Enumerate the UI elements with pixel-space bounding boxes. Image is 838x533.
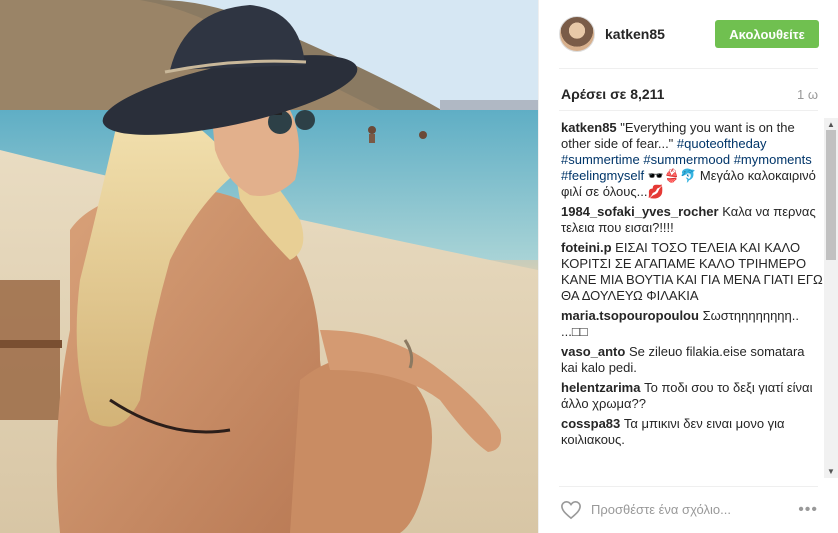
caption-username[interactable]: katken85 [561, 120, 617, 135]
comment-username[interactable]: maria.tsopouropoulou [561, 308, 699, 323]
post-header: katken85 Ακολουθείτε [539, 0, 838, 68]
comment-username[interactable]: 1984_sofaki_yves_rocher [561, 204, 719, 219]
header-divider [559, 68, 818, 69]
comment-username[interactable]: cosspa83 [561, 416, 620, 431]
following-button[interactable]: Ακολουθείτε [715, 20, 819, 48]
heart-icon[interactable] [559, 498, 583, 522]
comments-scrollbar[interactable]: ▲ ▼ [824, 118, 838, 478]
scrollbar-thumb[interactable] [826, 130, 836, 260]
comment: vaso_anto Se zileuo filakia.eise somatar… [561, 344, 823, 376]
hashtag[interactable]: #mymoments [734, 152, 812, 167]
hashtag[interactable]: #summertime [561, 152, 640, 167]
likes-divider [559, 110, 818, 111]
comment: foteini.p ΕΙΣΑΙ ΤΟΣΟ ΤΕΛΕΙΑ ΚΑΙ ΚΑΛΟ ΚΟΡ… [561, 240, 823, 304]
comment-username[interactable]: helentzarima [561, 380, 640, 395]
comment-username[interactable]: foteini.p [561, 240, 612, 255]
scroll-down-arrow-icon[interactable]: ▼ [827, 467, 835, 476]
hashtag[interactable]: #summermood [643, 152, 730, 167]
hashtag[interactable]: #quoteoftheday [677, 136, 767, 151]
caption-emoji: 🕶️👙🐬 [647, 168, 697, 183]
comments-list: katken85 "Everything you want is on the … [561, 120, 823, 482]
likes-count[interactable]: Αρέσει σε 8,211 [561, 86, 664, 102]
post-username[interactable]: katken85 [605, 26, 715, 42]
scroll-up-arrow-icon[interactable]: ▲ [827, 120, 835, 129]
post-photo [0, 0, 538, 533]
comment: 1984_sofaki_yves_rocher Καλα να περνας τ… [561, 204, 823, 236]
comment-username[interactable]: vaso_anto [561, 344, 625, 359]
comment: cosspa83 Τα μπικινι δεν ειναι μονο για κ… [561, 416, 823, 448]
post-side-panel: katken85 Ακολουθείτε Αρέσει σε 8,211 1 ω… [538, 0, 838, 533]
comment-footer: Προσθέστε ένα σχόλιο... ••• [559, 486, 818, 532]
hashtag[interactable]: #feelingmyself [561, 168, 644, 183]
add-comment-input[interactable]: Προσθέστε ένα σχόλιο... [591, 502, 798, 517]
comment: maria.tsopouropoulou Σωστηηηηηηηη.. ...□… [561, 308, 823, 340]
instagram-post-modal: katken85 Ακολουθείτε Αρέσει σε 8,211 1 ω… [0, 0, 838, 533]
more-options-icon[interactable]: ••• [798, 501, 818, 519]
avatar[interactable] [559, 16, 595, 52]
comment: helentzarima Το ποδι σου το δεξι γιατί ε… [561, 380, 823, 412]
beach-photo-illustration [0, 0, 538, 533]
post-time[interactable]: 1 ω [797, 87, 818, 102]
caption: katken85 "Everything you want is on the … [561, 120, 823, 200]
